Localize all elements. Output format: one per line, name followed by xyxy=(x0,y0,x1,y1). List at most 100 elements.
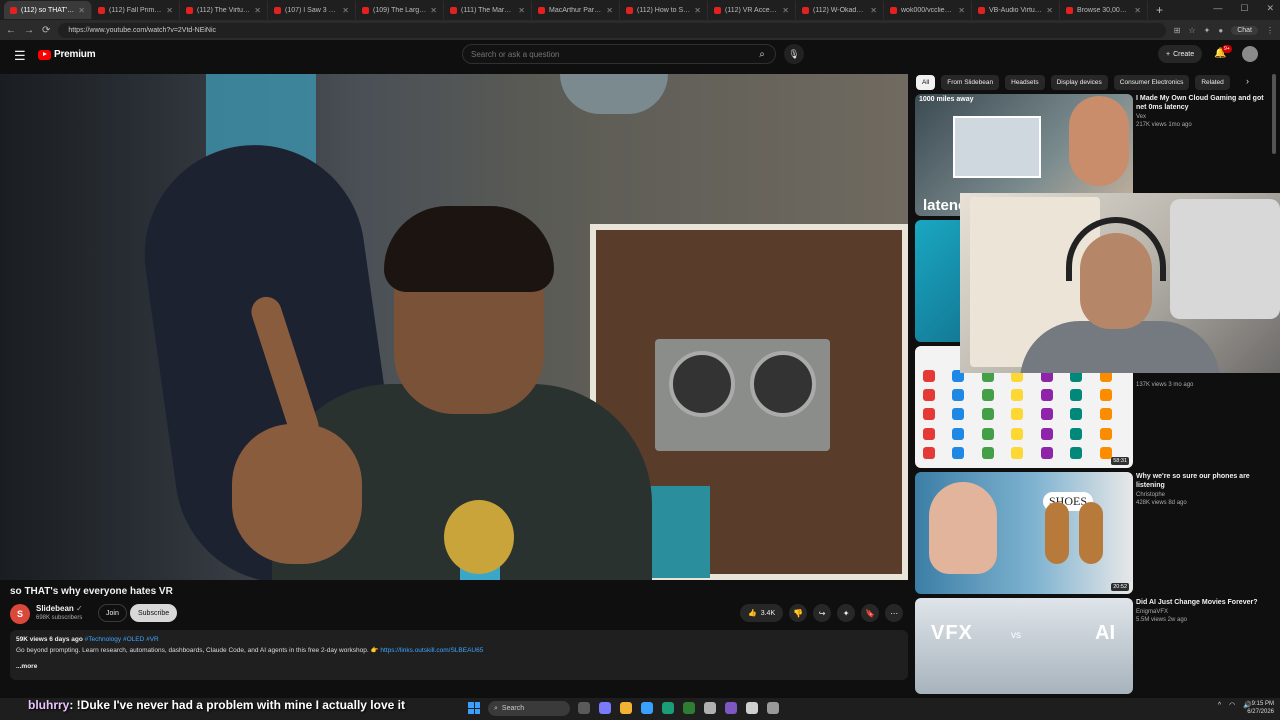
puzzle-icon[interactable]: ✦ xyxy=(1204,26,1211,35)
filter-chip[interactable]: Consumer Electronics xyxy=(1113,74,1190,90)
taskbar-app-icon[interactable] xyxy=(599,702,611,714)
create-button[interactable]: + Create xyxy=(1158,45,1203,63)
more-button[interactable]: ...more xyxy=(16,663,902,670)
browser-tab[interactable]: (112) so THAT's w ✕ xyxy=(4,1,92,19)
save-button[interactable]: 🔖 xyxy=(861,604,880,622)
tab-title: (112) Fall Prime Day xyxy=(109,6,162,14)
tab-close-icon[interactable]: ✕ xyxy=(870,6,877,15)
taskbar-app-icon[interactable] xyxy=(746,702,758,714)
extension-icon[interactable]: ⊞ xyxy=(1174,26,1181,35)
recommendation-channel[interactable]: Vex xyxy=(1136,114,1264,120)
share-button[interactable]: ↪ xyxy=(813,604,832,622)
description-box[interactable]: 59K views 6 days ago #Technology #OLED #… xyxy=(10,630,908,680)
tab-close-icon[interactable]: ✕ xyxy=(1134,6,1141,15)
new-tab-button[interactable]: + xyxy=(1148,3,1171,17)
taskbar-app-icon[interactable] xyxy=(578,702,590,714)
search-icon[interactable]: ⌕ xyxy=(749,45,775,63)
filter-chip[interactable]: All xyxy=(916,74,936,90)
video-player[interactable] xyxy=(0,74,908,580)
wifi-icon[interactable]: ◠ xyxy=(1229,701,1235,709)
browser-tab[interactable]: Browse 30,000+ AI Vo ✕ xyxy=(1060,1,1148,19)
tab-close-icon[interactable]: ✕ xyxy=(342,6,349,15)
recommendation-title[interactable]: Why we're so sure our phones are listeni… xyxy=(1136,472,1264,490)
recommendation-title[interactable]: Did AI Just Change Movies Forever? xyxy=(1136,598,1264,607)
tab-close-icon[interactable]: ✕ xyxy=(606,6,613,15)
browser-tab[interactable]: (112) Fall Prime Day ✕ xyxy=(92,1,180,19)
description-link[interactable]: https://links.outskill.com/SLBEAU65 xyxy=(380,647,483,654)
thumbs-up-icon: 👍 xyxy=(748,610,757,617)
chat-button[interactable]: Chat xyxy=(1231,25,1258,35)
sidebar-scrollbar[interactable] xyxy=(1272,74,1276,154)
channel-avatar[interactable]: S xyxy=(10,604,30,624)
browser-tab[interactable]: (111) The Marvel Cinem ✕ xyxy=(444,1,532,19)
like-button[interactable]: 👍 3.4K xyxy=(740,604,784,622)
windows-start-icon[interactable] xyxy=(468,702,480,714)
tab-title: (112) so THAT's w xyxy=(21,6,75,14)
taskbar-app-icon[interactable] xyxy=(704,702,716,714)
search-input[interactable] xyxy=(463,49,749,59)
filter-chip[interactable]: Headsets xyxy=(1005,74,1045,90)
reload-icon[interactable]: ⟳ xyxy=(42,25,50,36)
url-field[interactable]: https://www.youtube.com/watch?v=2Vtd-NEi… xyxy=(58,22,1166,38)
app-icon xyxy=(981,408,994,421)
profile-icon[interactable]: ● xyxy=(1218,26,1223,35)
minimize-icon[interactable]: — xyxy=(1213,3,1222,14)
browser-tab[interactable]: (107) I Saw 3 Hours o ✕ xyxy=(268,1,356,19)
recommendation-channel[interactable]: EnigmaVFX xyxy=(1136,609,1264,615)
tab-close-icon[interactable]: ✕ xyxy=(166,6,173,15)
taskbar-search[interactable]: ⌕ Search xyxy=(488,701,570,716)
chevron-right-icon[interactable]: › xyxy=(1246,76,1249,86)
close-window-icon[interactable]: ✕ xyxy=(1266,3,1274,14)
microphone-icon[interactable]: 🎙 xyxy=(784,44,804,64)
browser-tab[interactable]: VB-Audio Virtual Apps ✕ xyxy=(972,1,1060,19)
youtube-logo[interactable]: Premium xyxy=(38,49,96,60)
video-thumbnail[interactable]: SHOES 20:52 xyxy=(915,472,1133,594)
recommendation-channel[interactable]: Christophe xyxy=(1136,492,1264,498)
forward-icon[interactable]: → xyxy=(24,25,34,36)
dislike-button[interactable]: 👎 xyxy=(789,604,808,622)
tab-close-icon[interactable]: ✕ xyxy=(958,6,965,15)
ask-ai-button[interactable]: ✦ xyxy=(837,604,856,622)
tab-title: wok000/vcclient000 xyxy=(901,6,955,14)
tab-close-icon[interactable]: ✕ xyxy=(1046,6,1053,15)
subscribe-button[interactable]: Subscribe xyxy=(130,604,178,622)
hashtags[interactable]: #Technology #OLED #VR xyxy=(85,636,159,643)
browser-tab[interactable]: (112) The Virtual Real ✕ xyxy=(180,1,268,19)
tab-close-icon[interactable]: ✕ xyxy=(518,6,525,15)
browser-tab[interactable]: MacArthur Park - Los ✕ xyxy=(532,1,620,19)
taskbar-app-icon[interactable] xyxy=(767,702,779,714)
taskbar-app-icon[interactable] xyxy=(683,702,695,714)
browser-tab[interactable]: (112) VR Accessories ✕ xyxy=(708,1,796,19)
tab-close-icon[interactable]: ✕ xyxy=(254,6,261,15)
maximize-icon[interactable]: ☐ xyxy=(1240,3,1248,14)
taskbar-app-icon[interactable] xyxy=(662,702,674,714)
filter-chip[interactable]: Display devices xyxy=(1050,74,1108,90)
menu-dots-icon[interactable]: ⋮ xyxy=(1266,26,1274,35)
hamburger-menu-icon[interactable]: ☰ xyxy=(14,48,26,64)
star-icon[interactable]: ☆ xyxy=(1188,26,1195,35)
join-button[interactable]: Join xyxy=(98,604,127,622)
channel-name[interactable]: Slidebean ✓ xyxy=(36,604,83,613)
tab-close-icon[interactable]: ✕ xyxy=(430,6,437,15)
taskbar-clock[interactable]: 9:15 PM 6/27/2026 xyxy=(1247,700,1274,716)
taskbar-app-icon[interactable] xyxy=(725,702,737,714)
browser-tab[interactable]: (112) W-Okada Voice✕ xyxy=(796,1,884,19)
taskbar-app-icon[interactable] xyxy=(641,702,653,714)
tab-favicon-icon xyxy=(626,6,633,14)
browser-tab[interactable]: wok000/vcclient000✕ xyxy=(884,1,972,19)
video-thumbnail[interactable]: VFX vs AI xyxy=(915,598,1133,694)
tab-close-icon[interactable]: ✕ xyxy=(782,6,789,15)
browser-tab[interactable]: (112) How to Setup O ✕ xyxy=(620,1,708,19)
tab-close-icon[interactable]: ✕ xyxy=(78,6,85,15)
filter-chip[interactable]: Related xyxy=(1195,74,1230,90)
recommendation-title[interactable]: I Made My Own Cloud Gaming and got net 0… xyxy=(1136,94,1264,112)
taskbar-app-icon[interactable] xyxy=(620,702,632,714)
tab-close-icon[interactable]: ✕ xyxy=(694,6,701,15)
back-icon[interactable]: ← xyxy=(6,25,16,36)
filter-chip[interactable]: From Slidebean xyxy=(941,74,1000,90)
more-actions-button[interactable]: ⋯ xyxy=(885,604,904,622)
browser-tab[interactable]: (109) The Largest Econ✕ xyxy=(356,1,444,19)
avatar[interactable] xyxy=(1242,46,1258,62)
chevron-up-icon[interactable]: ^ xyxy=(1218,702,1221,709)
clock-date: 6/27/2026 xyxy=(1247,709,1274,715)
